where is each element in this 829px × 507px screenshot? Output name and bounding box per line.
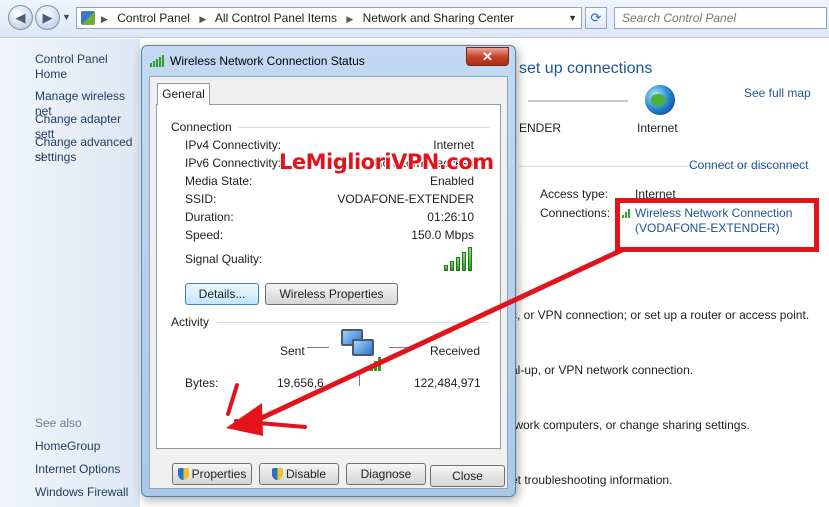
- task-setup-connection[interactable]: c, or VPN connection; or set up a router…: [511, 308, 809, 322]
- chevron-right-icon[interactable]: ▶: [346, 14, 353, 24]
- see-also-heading: See also: [35, 416, 82, 430]
- control-panel-icon: [81, 11, 95, 25]
- received-label: Received: [430, 344, 481, 358]
- sent-line: [307, 347, 329, 348]
- diagnose-button[interactable]: Diagnose: [346, 463, 426, 485]
- search-box[interactable]: [614, 7, 827, 29]
- dialog-body: General Connection IPv4 Connectivity: In…: [149, 76, 508, 489]
- details-button[interactable]: Details...: [185, 283, 259, 305]
- disable-button[interactable]: Disable: [259, 463, 339, 485]
- media-state-label: Media State:: [185, 174, 253, 188]
- sidebar-item-windows-firewall[interactable]: Windows Firewall: [35, 485, 128, 500]
- watermark: LeMiglioriVPN.com: [279, 150, 494, 174]
- sidebar-item-control-panel-home[interactable]: Control Panel Home: [35, 52, 140, 82]
- properties-button[interactable]: Properties: [172, 463, 252, 485]
- shield-icon: [271, 468, 283, 480]
- sidebar: Control Panel Home Manage wireless net C…: [0, 39, 140, 507]
- task-troubleshoot[interactable]: et troubleshooting information.: [511, 473, 672, 487]
- task-homegroup-sharing[interactable]: twork computers, or change sharing setti…: [511, 418, 750, 432]
- breadcrumb-control-panel[interactable]: Control Panel: [117, 11, 190, 25]
- disable-button-label: Disable: [285, 467, 327, 481]
- dialog-title: Wireless Network Connection Status: [170, 54, 365, 68]
- status-dialog: Wireless Network Connection Status ✕ Gen…: [141, 45, 516, 497]
- forward-icon[interactable]: ▶: [35, 5, 60, 30]
- divider: [217, 322, 489, 323]
- page-title: set up connections: [519, 60, 653, 77]
- ssid-value: VODAFONE-EXTENDER: [337, 192, 474, 206]
- search-input[interactable]: [615, 8, 826, 28]
- wireless-signal-icon: [150, 55, 164, 67]
- refresh-icon[interactable]: ⟳: [585, 7, 607, 29]
- sidebar-item-homegroup[interactable]: HomeGroup: [35, 439, 100, 454]
- ipv6-label: IPv6 Connectivity:: [185, 156, 282, 170]
- access-type-label: Access type:: [540, 187, 609, 201]
- connections-label: Connections:: [540, 206, 611, 220]
- connect-disconnect-link[interactable]: Connect or disconnect: [689, 158, 808, 172]
- sidebar-item-internet-options[interactable]: Internet Options: [35, 462, 120, 477]
- bytes-label: Bytes:: [185, 376, 219, 390]
- task-connect-network[interactable]: al-up, or VPN network connection.: [511, 363, 693, 377]
- divider: [239, 127, 489, 128]
- activity-group-label: Activity: [171, 315, 210, 329]
- ssid-label: SSID:: [185, 192, 217, 206]
- connection-group-label: Connection: [171, 120, 232, 134]
- network-map-line: [528, 100, 628, 102]
- tab-general[interactable]: General: [157, 83, 210, 105]
- shield-icon: [177, 468, 189, 480]
- activity-signal-icon: [366, 357, 384, 371]
- speed-value: 150.0 Mbps: [411, 228, 474, 242]
- properties-button-label: Properties: [191, 467, 247, 481]
- wireless-properties-button[interactable]: Wireless Properties: [265, 283, 398, 305]
- received-line: [389, 347, 409, 348]
- breadcrumb[interactable]: ▶ Control Panel ▶ All Control Panel Item…: [76, 7, 582, 29]
- close-icon[interactable]: ✕: [466, 47, 509, 66]
- bytes-received-value: 122,484,971: [414, 376, 481, 390]
- media-state-value: Enabled: [429, 174, 474, 188]
- signal-quality-icon: [444, 247, 476, 271]
- close-button[interactable]: Close: [430, 465, 505, 487]
- sidebar-item-settings[interactable]: settings: [35, 150, 76, 165]
- back-icon[interactable]: ◀: [8, 5, 33, 30]
- breadcrumb-network-sharing[interactable]: Network and Sharing Center: [363, 11, 514, 25]
- breadcrumb-all-items[interactable]: All Control Panel Items: [215, 11, 337, 25]
- internet-label: Internet: [637, 121, 678, 135]
- speed-label: Speed:: [185, 228, 224, 242]
- address-bar: ◀ ▶ ▼ ▶ Control Panel ▶ All Control Pane…: [0, 0, 829, 38]
- signal-quality-label: Signal Quality:: [185, 252, 263, 266]
- address-dropdown-icon[interactable]: ▼: [568, 13, 577, 23]
- network-node-label: ENDER: [519, 121, 562, 135]
- chevron-right-icon[interactable]: ▶: [101, 14, 108, 24]
- bytes-sent-value: 19,656,6..: [277, 376, 331, 390]
- highlight-box: [615, 198, 819, 252]
- see-full-map-link[interactable]: See full map: [744, 86, 811, 100]
- ipv4-label: IPv4 Connectivity:: [185, 138, 282, 152]
- duration-label: Duration:: [185, 210, 234, 224]
- chevron-right-icon[interactable]: ▶: [199, 14, 206, 24]
- globe-icon[interactable]: [645, 85, 675, 115]
- duration-value: 01:26:10: [427, 210, 474, 224]
- history-dropdown-icon[interactable]: ▼: [62, 12, 71, 22]
- activity-divider: [359, 372, 360, 386]
- sent-label: Sent: [280, 344, 305, 358]
